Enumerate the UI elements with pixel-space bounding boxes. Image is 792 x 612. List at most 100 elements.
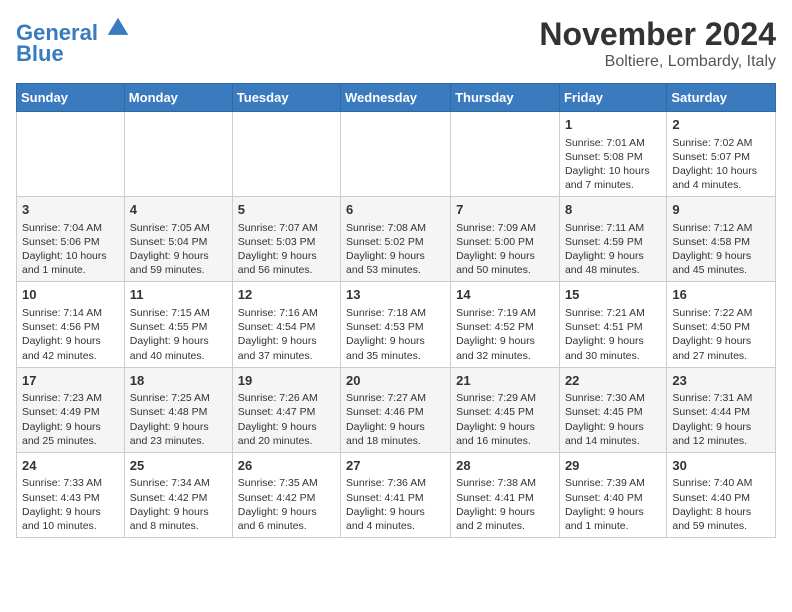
day-info: Sunrise: 7:34 AMSunset: 4:42 PMDaylight:… [130, 476, 227, 533]
calendar-cell: 26Sunrise: 7:35 AMSunset: 4:42 PMDayligh… [232, 452, 340, 537]
weekday-header-tuesday: Tuesday [232, 84, 340, 112]
day-number: 5 [238, 201, 335, 219]
day-number: 23 [672, 372, 770, 390]
calendar-cell: 24Sunrise: 7:33 AMSunset: 4:43 PMDayligh… [17, 452, 125, 537]
day-info: Sunrise: 7:15 AMSunset: 4:55 PMDaylight:… [130, 306, 227, 363]
weekday-header-saturday: Saturday [667, 84, 776, 112]
day-info: Sunrise: 7:11 AMSunset: 4:59 PMDaylight:… [565, 221, 661, 278]
day-number: 9 [672, 201, 770, 219]
calendar-cell: 16Sunrise: 7:22 AMSunset: 4:50 PMDayligh… [667, 282, 776, 367]
weekday-header-sunday: Sunday [17, 84, 125, 112]
weekday-header-monday: Monday [124, 84, 232, 112]
day-info: Sunrise: 7:23 AMSunset: 4:49 PMDaylight:… [22, 391, 119, 448]
day-number: 14 [456, 286, 554, 304]
day-number: 15 [565, 286, 661, 304]
page-header: General Blue November 2024 Boltiere, Lom… [16, 16, 776, 71]
calendar-cell: 3 Sunrise: 7:04 AMSunset: 5:06 PMDaylight… [17, 197, 125, 282]
weekday-header-friday: Friday [559, 84, 666, 112]
logo-icon [106, 16, 130, 40]
calendar-cell [124, 112, 232, 197]
day-number: 3 [22, 201, 119, 219]
day-number: 6 [346, 201, 445, 219]
calendar-cell: 2Sunrise: 7:02 AMSunset: 5:07 PMDaylight… [667, 112, 776, 197]
weekday-header-thursday: Thursday [451, 84, 560, 112]
day-info: Sunrise: 7:35 AMSunset: 4:42 PMDaylight:… [238, 476, 335, 533]
day-info: Sunrise: 7:29 AMSunset: 4:45 PMDaylight:… [456, 391, 554, 448]
month-title: November 2024 [539, 16, 776, 53]
day-info: Sunrise: 7:36 AMSunset: 4:41 PMDaylight:… [346, 476, 445, 533]
calendar-cell: 6 Sunrise: 7:08 AMSunset: 5:02 PMDaylight… [341, 197, 451, 282]
day-info: Sunrise: 7:08 AMSunset: 5:02 PMDaylight:… [346, 221, 445, 278]
day-number: 20 [346, 372, 445, 390]
day-number: 28 [456, 457, 554, 475]
logo: General Blue [16, 16, 130, 67]
calendar-week-3: 10 Sunrise: 7:14 AMSunset: 4:56 PMDayligh… [17, 282, 776, 367]
day-info: Sunrise: 7:12 AMSunset: 4:58 PMDaylight:… [672, 221, 770, 278]
calendar-cell: 23Sunrise: 7:31 AMSunset: 4:44 PMDayligh… [667, 367, 776, 452]
calendar-cell: 18Sunrise: 7:25 AMSunset: 4:48 PMDayligh… [124, 367, 232, 452]
day-number: 16 [672, 286, 770, 304]
calendar-cell: 15 Sunrise: 7:21 AMSunset: 4:51 PMDayligh… [559, 282, 666, 367]
calendar-cell: 21Sunrise: 7:29 AMSunset: 4:45 PMDayligh… [451, 367, 560, 452]
day-number: 18 [130, 372, 227, 390]
day-number: 21 [456, 372, 554, 390]
calendar-week-2: 3 Sunrise: 7:04 AMSunset: 5:06 PMDaylight… [17, 197, 776, 282]
day-info: Sunrise: 7:30 AMSunset: 4:45 PMDaylight:… [565, 391, 661, 448]
day-info: Sunrise: 7:31 AMSunset: 4:44 PMDaylight:… [672, 391, 770, 448]
day-number: 24 [22, 457, 119, 475]
day-info: Sunrise: 7:38 AMSunset: 4:41 PMDaylight:… [456, 476, 554, 533]
day-info: Sunrise: 7:39 AMSunset: 4:40 PMDaylight:… [565, 476, 661, 533]
calendar-cell: 7 Sunrise: 7:09 AMSunset: 5:00 PMDaylight… [451, 197, 560, 282]
calendar-table: SundayMondayTuesdayWednesdayThursdayFrid… [16, 83, 776, 538]
calendar-cell: 17Sunrise: 7:23 AMSunset: 4:49 PMDayligh… [17, 367, 125, 452]
calendar-cell: 5 Sunrise: 7:07 AMSunset: 5:03 PMDaylight… [232, 197, 340, 282]
calendar-cell: 1Sunrise: 7:01 AMSunset: 5:08 PMDaylight… [559, 112, 666, 197]
day-number: 12 [238, 286, 335, 304]
day-info: Sunrise: 7:27 AMSunset: 4:46 PMDaylight:… [346, 391, 445, 448]
day-info: Sunrise: 7:09 AMSunset: 5:00 PMDaylight:… [456, 221, 554, 278]
calendar-cell [232, 112, 340, 197]
day-info: Sunrise: 7:16 AMSunset: 4:54 PMDaylight:… [238, 306, 335, 363]
day-info: Sunrise: 7:01 AMSunset: 5:08 PMDaylight:… [565, 136, 661, 193]
calendar-cell: 14Sunrise: 7:19 AMSunset: 4:52 PMDayligh… [451, 282, 560, 367]
calendar-cell [17, 112, 125, 197]
day-number: 17 [22, 372, 119, 390]
day-number: 22 [565, 372, 661, 390]
day-info: Sunrise: 7:25 AMSunset: 4:48 PMDaylight:… [130, 391, 227, 448]
title-area: November 2024 Boltiere, Lombardy, Italy [539, 16, 776, 71]
day-number: 8 [565, 201, 661, 219]
calendar-cell: 20Sunrise: 7:27 AMSunset: 4:46 PMDayligh… [341, 367, 451, 452]
day-info: Sunrise: 7:07 AMSunset: 5:03 PMDaylight:… [238, 221, 335, 278]
location-title: Boltiere, Lombardy, Italy [539, 53, 776, 71]
calendar-cell: 10 Sunrise: 7:14 AMSunset: 4:56 PMDayligh… [17, 282, 125, 367]
day-info: Sunrise: 7:21 AMSunset: 4:51 PMDaylight:… [565, 306, 661, 363]
day-info: Sunrise: 7:33 AMSunset: 4:43 PMDaylight:… [22, 476, 119, 533]
calendar-cell: 12 Sunrise: 7:16 AMSunset: 4:54 PMDayligh… [232, 282, 340, 367]
day-info: Sunrise: 7:02 AMSunset: 5:07 PMDaylight:… [672, 136, 770, 193]
day-number: 27 [346, 457, 445, 475]
weekday-header-wednesday: Wednesday [341, 84, 451, 112]
calendar-cell: 9 Sunrise: 7:12 AMSunset: 4:58 PMDaylight… [667, 197, 776, 282]
calendar-cell: 22Sunrise: 7:30 AMSunset: 4:45 PMDayligh… [559, 367, 666, 452]
day-number: 19 [238, 372, 335, 390]
day-number: 30 [672, 457, 770, 475]
day-info: Sunrise: 7:18 AMSunset: 4:53 PMDaylight:… [346, 306, 445, 363]
day-info: Sunrise: 7:40 AMSunset: 4:40 PMDaylight:… [672, 476, 770, 533]
calendar-cell [341, 112, 451, 197]
calendar-cell: 29Sunrise: 7:39 AMSunset: 4:40 PMDayligh… [559, 452, 666, 537]
day-number: 4 [130, 201, 227, 219]
calendar-cell: 13 Sunrise: 7:18 AMSunset: 4:53 PMDayligh… [341, 282, 451, 367]
calendar-cell: 28Sunrise: 7:38 AMSunset: 4:41 PMDayligh… [451, 452, 560, 537]
day-number: 7 [456, 201, 554, 219]
day-number: 26 [238, 457, 335, 475]
day-number: 11 [130, 286, 227, 304]
day-info: Sunrise: 7:04 AMSunset: 5:06 PMDaylight:… [22, 221, 119, 278]
calendar-cell: 30Sunrise: 7:40 AMSunset: 4:40 PMDayligh… [667, 452, 776, 537]
day-number: 10 [22, 286, 119, 304]
day-info: Sunrise: 7:14 AMSunset: 4:56 PMDaylight:… [22, 306, 119, 363]
calendar-cell [451, 112, 560, 197]
calendar-cell: 27Sunrise: 7:36 AMSunset: 4:41 PMDayligh… [341, 452, 451, 537]
day-number: 25 [130, 457, 227, 475]
day-number: 13 [346, 286, 445, 304]
calendar-cell: 11 Sunrise: 7:15 AMSunset: 4:55 PMDayligh… [124, 282, 232, 367]
